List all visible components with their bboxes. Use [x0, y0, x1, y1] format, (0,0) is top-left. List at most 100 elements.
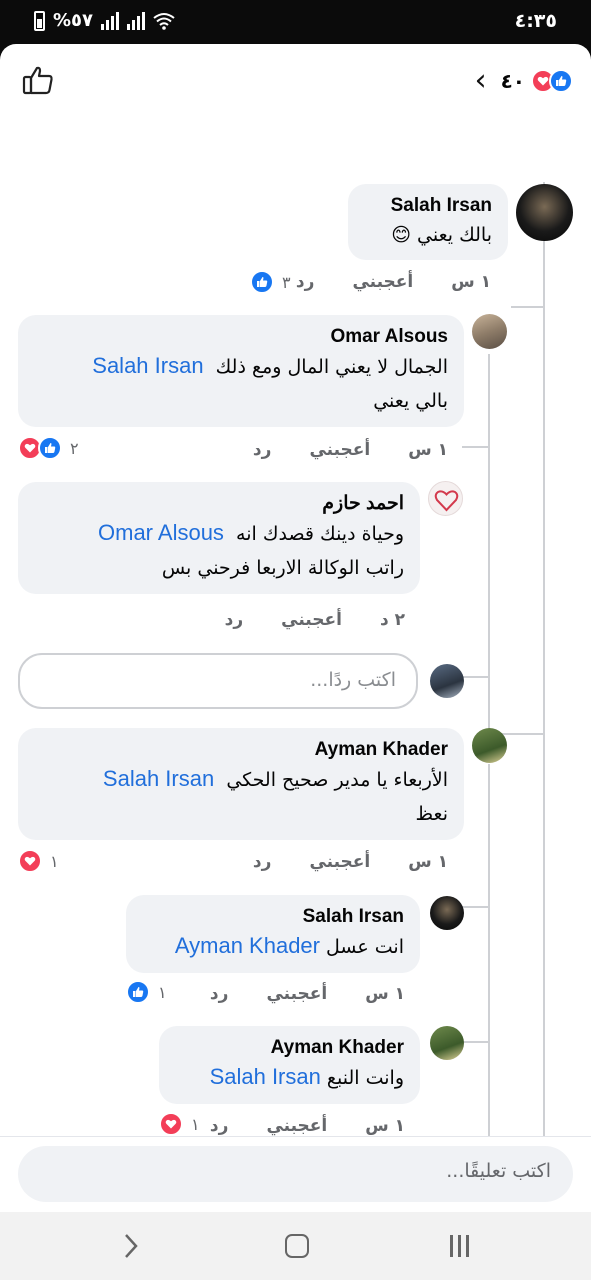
- recent-apps-icon[interactable]: [450, 1235, 469, 1257]
- mention-link[interactable]: Salah Irsan: [210, 1064, 321, 1089]
- like-link[interactable]: أعجبني: [309, 852, 370, 872]
- thread-line: [462, 446, 490, 448]
- comment-actions: ١ س أعجبني رد: [215, 440, 448, 460]
- comment-input[interactable]: اكتب تعليقًا...: [18, 1146, 573, 1202]
- mention-link[interactable]: Salah Irsan: [103, 766, 214, 791]
- reply-link[interactable]: رد: [253, 440, 272, 460]
- comment-time: ١ س: [365, 984, 405, 1004]
- status-icons: %٥٧: [34, 10, 175, 31]
- thread-line: [488, 764, 490, 1136]
- comment-author[interactable]: Omar Alsous: [34, 325, 448, 349]
- thread-line: [462, 906, 490, 908]
- comment-author[interactable]: Ayman Khader: [175, 1036, 404, 1060]
- comment-text: انت عسل Ayman Khader: [174, 933, 404, 958]
- like-link[interactable]: أعجبني: [281, 610, 342, 630]
- chevron-left-icon[interactable]: ‹: [475, 66, 487, 96]
- comment-text-line2: نعظ: [415, 803, 449, 825]
- reply-link[interactable]: رد: [210, 984, 229, 1004]
- reply-link[interactable]: رد: [225, 610, 244, 630]
- reply-link[interactable]: رد: [210, 1116, 229, 1136]
- comment-bubble[interactable]: Salah Irsan بالك يعني 😊: [348, 184, 508, 260]
- avatar[interactable]: [472, 728, 507, 763]
- battery-level: %٥٧: [53, 10, 94, 31]
- reaction-count[interactable]: ١: [126, 980, 167, 1004]
- comment-text-line2: بالي يعني: [373, 390, 448, 412]
- comment-text-line2: راتب الوكالة الاربعا فرحني بس: [161, 557, 404, 579]
- avatar[interactable]: [430, 896, 464, 930]
- avatar[interactable]: [430, 1026, 464, 1060]
- reply-link[interactable]: رد: [296, 272, 315, 292]
- mention-link[interactable]: Salah Irsan: [92, 353, 203, 378]
- mention-link[interactable]: Ayman Khader: [175, 933, 320, 958]
- battery-icon: [34, 10, 45, 31]
- comment-text: وانت النبع Salah Irsan: [209, 1064, 404, 1089]
- reaction-count[interactable]: ٣: [250, 270, 291, 294]
- like-outline-icon[interactable]: [22, 64, 54, 96]
- comment-author[interactable]: Salah Irsan: [364, 194, 492, 218]
- comment-author[interactable]: Ayman Khader: [34, 738, 448, 762]
- avatar[interactable]: [516, 184, 573, 241]
- like-link[interactable]: أعجبني: [309, 440, 370, 460]
- signal-icon: [101, 11, 120, 30]
- comment-time: ١ س: [408, 852, 448, 872]
- like-link[interactable]: أعجبني: [266, 1116, 327, 1136]
- comment-bubble[interactable]: احمد حازم وحياة دينك قصدك انه Omar Alsou…: [18, 482, 420, 594]
- comment-bubble[interactable]: Ayman Khader الأربعاء يا مدير صحيح الحكي…: [18, 728, 464, 840]
- comment-list: Salah Irsan بالك يعني 😊 ١ س أعجبني رد ٣ …: [0, 116, 591, 1136]
- comment-text: وحياة دينك قصدك انه Omar Alsous: [98, 520, 404, 545]
- signal-icon-2: [127, 11, 146, 30]
- comment-author[interactable]: Salah Irsan: [142, 905, 404, 929]
- comment-text: بالك يعني 😊: [391, 224, 492, 246]
- avatar[interactable]: [472, 314, 507, 349]
- thumbs-up-icon: [549, 69, 573, 93]
- comment-text: الأربعاء يا مدير صحيح الحكي Salah Irsan: [102, 766, 448, 791]
- comment-actions: ١ س أعجبني رد: [215, 852, 448, 872]
- reaction-total: ٤٠: [500, 69, 525, 93]
- comment-time: ١ س: [451, 272, 491, 292]
- reaction-number: ١: [191, 1114, 200, 1134]
- comment-time: ١ س: [365, 1116, 405, 1136]
- reaction-number: ١: [50, 851, 59, 871]
- mention-link[interactable]: Omar Alsous: [98, 520, 224, 545]
- reaction-count[interactable]: ٢: [18, 436, 79, 460]
- reaction-number: ٢: [70, 438, 79, 458]
- thumbs-up-icon: [250, 270, 274, 294]
- comment-actions: ١ س أعجبني رد: [258, 272, 491, 292]
- reaction-number: ١: [158, 982, 167, 1002]
- thread-line: [511, 306, 545, 308]
- status-bar: %٥٧ ٤:٣٥: [0, 0, 591, 44]
- comment-bubble[interactable]: Omar Alsous الجمال لا يعني المال ومع ذلك…: [18, 315, 464, 427]
- sheet-header: ‹ ٤٠: [0, 44, 591, 116]
- comments-sheet: ‹ ٤٠ Salah Irsan بالك يعني 😊 ١ س أعجبني …: [0, 44, 591, 1212]
- reply-link[interactable]: رد: [253, 852, 272, 872]
- wifi-icon: [153, 12, 175, 30]
- thumbs-up-icon: [126, 980, 150, 1004]
- avatar[interactable]: [428, 481, 463, 516]
- comment-text: الجمال لا يعني المال ومع ذلك Salah Irsan: [92, 353, 448, 378]
- comment-bubble[interactable]: Salah Irsan انت عسل Ayman Khader: [126, 895, 420, 973]
- comment-actions: ٢ د أعجبني رد: [187, 610, 405, 630]
- back-chevron-icon[interactable]: [122, 1232, 140, 1260]
- thread-line: [543, 182, 545, 1136]
- smile-emoji: 😊: [391, 224, 411, 246]
- like-link[interactable]: أعجبني: [266, 984, 327, 1004]
- like-link[interactable]: أعجبني: [352, 272, 413, 292]
- thumbs-up-icon: [38, 436, 62, 460]
- comment-author[interactable]: احمد حازم: [34, 492, 404, 516]
- comment-bubble[interactable]: Ayman Khader وانت النبع Salah Irsan: [159, 1026, 420, 1104]
- reply-input[interactable]: اكتب ردًا...: [18, 653, 418, 709]
- reactions-summary[interactable]: ‹ ٤٠: [475, 66, 573, 96]
- system-nav-bar: [0, 1212, 591, 1280]
- comment-time: ٢ د: [379, 610, 405, 630]
- thread-line: [462, 676, 490, 678]
- reaction-count[interactable]: ١: [18, 849, 59, 873]
- comment-actions: ١ س أعجبني رد: [172, 1116, 405, 1136]
- comment-actions: ١ س أعجبني رد: [172, 984, 405, 1004]
- comment-time: ١ س: [408, 440, 448, 460]
- heart-icon: [159, 1112, 183, 1136]
- heart-icon: [18, 849, 42, 873]
- clock: ٤:٣٥: [514, 10, 557, 32]
- home-icon[interactable]: [285, 1234, 309, 1258]
- my-avatar: [430, 664, 464, 698]
- reaction-count[interactable]: ١: [159, 1112, 200, 1136]
